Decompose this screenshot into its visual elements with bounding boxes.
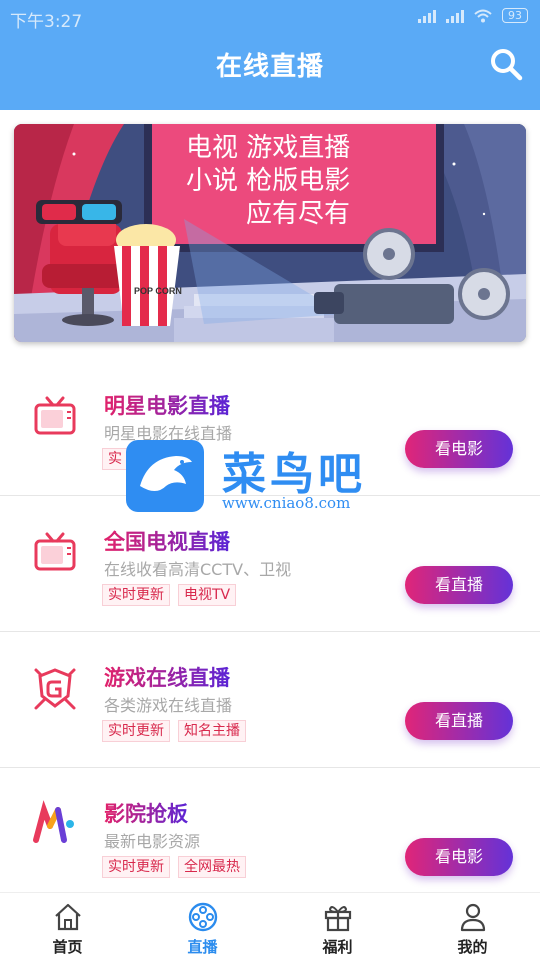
tab-live[interactable]: 直播: [135, 893, 270, 960]
watermark-name: 菜鸟吧: [222, 449, 366, 500]
colorful-m-logo-icon: [33, 800, 74, 843]
tag: 知名主播: [178, 720, 246, 742]
banner-line: 小说 枪版电影: [186, 166, 351, 196]
tab-label: 首页: [52, 938, 83, 956]
film-reel-icon: [188, 902, 218, 932]
item-title: 明星电影直播: [104, 390, 230, 420]
popcorn-label: POP CORN: [134, 286, 182, 296]
battery-indicator: 93: [502, 8, 528, 23]
watch-movie-button[interactable]: 看电影: [405, 430, 513, 468]
game-shield-icon: [34, 668, 76, 710]
bottom-tab-bar: 首页 直播 福利 我的: [0, 892, 540, 960]
watermark-url: www.cniao8.com: [222, 494, 351, 512]
tv-icon: [34, 532, 76, 571]
list-item[interactable]: 游戏在线直播 各类游戏在线直播 实时更新 知名主播 看直播: [0, 632, 540, 768]
promo-banner[interactable]: POP CORN 电视 游戏直播 小说 枪版电影 应有尽有: [14, 124, 526, 342]
item-title: 游戏在线直播: [104, 662, 230, 692]
tab-label: 我的: [457, 938, 488, 956]
tag: 全网最热: [178, 856, 246, 878]
status-time: 下午3:27: [10, 12, 83, 32]
item-tags: 实时更新 电视TV: [102, 584, 237, 606]
tab-home[interactable]: 首页: [0, 893, 135, 960]
tag: 实时更新: [102, 856, 170, 878]
banner-line: 应有尽有: [246, 199, 351, 229]
tag: 电视TV: [178, 584, 237, 606]
watch-live-button[interactable]: 看直播: [405, 702, 513, 740]
tag: 实时更新: [102, 720, 170, 742]
tab-label: 直播: [187, 938, 218, 956]
page-title: 在线直播: [215, 52, 324, 82]
signal-icon: [446, 9, 464, 23]
list-item[interactable]: 影院抢板 最新电影资源 实时更新 全网最热 看电影: [0, 768, 540, 904]
tab-label: 福利: [322, 938, 353, 956]
item-subtitle: 在线收看高清CCTV、卫视: [104, 560, 292, 579]
item-tags: 实时更新 知名主播: [102, 720, 246, 742]
home-icon: [55, 903, 81, 931]
signal-icon: [418, 9, 436, 23]
search-icon[interactable]: [488, 46, 524, 82]
status-bar: 下午3:27 93: [0, 0, 540, 34]
bird-logo-icon: [126, 440, 204, 512]
user-icon: [460, 903, 486, 932]
tag: 实: [102, 448, 128, 470]
gift-icon: [324, 906, 352, 932]
tv-icon: [34, 396, 76, 435]
watch-live-button[interactable]: 看直播: [405, 566, 513, 604]
status-icons: 93: [418, 8, 528, 23]
tag: 实时更新: [102, 584, 170, 606]
item-tags: 实时更新 全网最热: [102, 856, 246, 878]
watch-movie-button[interactable]: 看电影: [405, 838, 513, 876]
tab-welfare[interactable]: 福利: [270, 893, 405, 960]
watermark: 菜鸟吧 www.cniao8.com: [126, 440, 416, 520]
item-title: 影院抢板: [104, 798, 188, 828]
item-subtitle: 最新电影资源: [104, 832, 201, 851]
banner-line: 电视 游戏直播: [186, 133, 351, 163]
wifi-icon: [474, 9, 492, 22]
tab-mine[interactable]: 我的: [405, 893, 540, 960]
app-header: 在线直播: [0, 34, 540, 110]
banner-text: 电视 游戏直播 小说 枪版电影 应有尽有: [164, 132, 434, 231]
item-title: 全国电视直播: [104, 526, 230, 556]
item-tags: 实: [102, 448, 128, 470]
item-subtitle: 各类游戏在线直播: [104, 696, 233, 715]
